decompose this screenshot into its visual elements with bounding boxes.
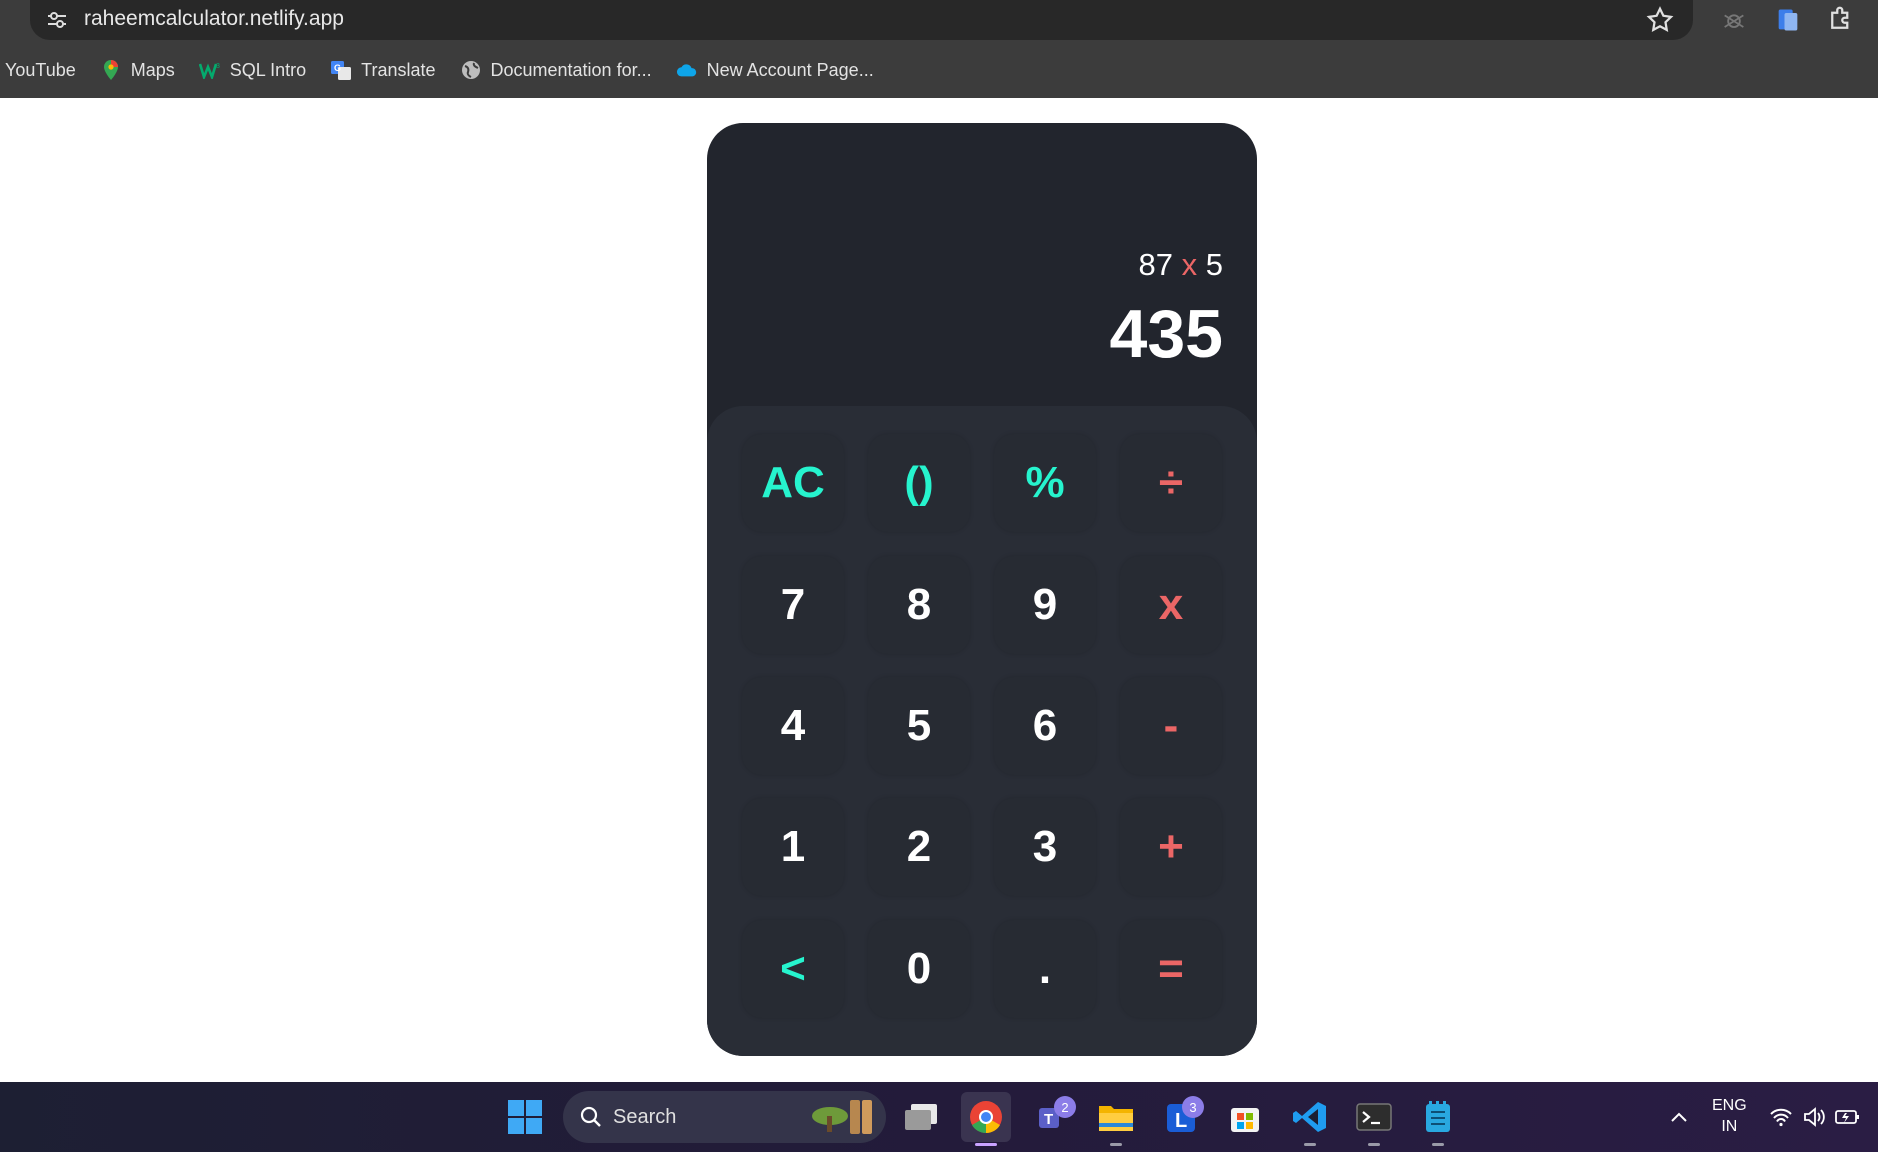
result-value: 435 xyxy=(1109,296,1223,372)
expression-left: 87 xyxy=(1138,247,1173,282)
digit-1-button[interactable]: 1 xyxy=(742,798,844,896)
search-highlight-icon xyxy=(806,1096,880,1138)
bookmark-label: SQL Intro xyxy=(229,59,307,80)
language-indicator[interactable]: ENG IN xyxy=(1712,1095,1747,1137)
bookmark-label: New Account Page... xyxy=(706,59,874,80)
svg-text:T: T xyxy=(1044,1111,1053,1128)
extensions-puzzle-icon[interactable] xyxy=(1826,4,1856,34)
backspace-button[interactable]: < xyxy=(742,920,844,1018)
extension-clipboard-icon[interactable] xyxy=(1774,6,1802,34)
bookmark-label: Maps xyxy=(130,59,175,80)
parentheses-button[interactable]: () xyxy=(868,434,970,532)
teams-badge: 2 xyxy=(1054,1096,1076,1118)
svg-text:3: 3 xyxy=(216,63,220,70)
battery-icon[interactable] xyxy=(1833,1092,1863,1142)
percent-button[interactable]: % xyxy=(994,434,1096,532)
windows-start-icon[interactable] xyxy=(500,1092,550,1142)
address-bar[interactable]: raheemcalculator.netlify.app xyxy=(30,0,1693,40)
translate-icon: G xyxy=(330,59,352,81)
terminal-icon[interactable] xyxy=(1349,1092,1399,1146)
vscode-icon[interactable] xyxy=(1285,1092,1335,1146)
chrome-icon[interactable] xyxy=(961,1092,1011,1146)
bookmark-star-icon[interactable] xyxy=(1645,5,1675,35)
digit-8-button[interactable]: 8 xyxy=(868,556,970,654)
running-indicator xyxy=(1110,1143,1122,1146)
clear-button[interactable]: AC xyxy=(742,434,844,532)
teams-icon[interactable]: T 2 xyxy=(1028,1092,1078,1142)
site-settings-icon[interactable] xyxy=(44,9,70,31)
browser-chrome: raheemcalculator.netlify.app YouTube Map… xyxy=(0,0,1878,98)
active-indicator xyxy=(975,1143,997,1146)
show-hidden-icons-icon[interactable] xyxy=(1654,1092,1704,1142)
digit-6-button[interactable]: 6 xyxy=(994,677,1096,775)
keypad: AC () % ÷ 7 8 9 x 4 5 6 - 1 2 3 + < 0 . … xyxy=(707,406,1257,1056)
bookmark-translate[interactable]: G Translate xyxy=(330,59,436,81)
task-view-icon[interactable] xyxy=(896,1092,946,1142)
bookmark-label: YouTube xyxy=(5,59,76,80)
bookmark-documentation[interactable]: Documentation for... xyxy=(460,59,652,81)
bookmark-label: Documentation for... xyxy=(490,59,652,80)
subtract-button[interactable]: - xyxy=(1120,677,1222,775)
taskbar-search[interactable]: Search xyxy=(563,1091,886,1143)
digit-9-button[interactable]: 9 xyxy=(994,556,1096,654)
digit-4-button[interactable]: 4 xyxy=(742,677,844,775)
running-indicator xyxy=(1432,1143,1444,1146)
extension-bug-icon[interactable] xyxy=(1720,6,1748,34)
bookmark-new-account-page[interactable]: New Account Page... xyxy=(676,59,874,81)
search-icon xyxy=(579,1105,603,1129)
microsoft-store-icon[interactable] xyxy=(1220,1092,1270,1142)
bookmark-youtube[interactable]: YouTube xyxy=(5,60,76,81)
maps-icon xyxy=(100,59,122,81)
notepad-icon[interactable] xyxy=(1413,1092,1463,1146)
l-app-icon[interactable]: L 3 xyxy=(1156,1092,1206,1142)
l-app-badge: 3 xyxy=(1182,1096,1204,1118)
divide-button[interactable]: ÷ xyxy=(1120,434,1222,532)
calculator: 87 x 5 435 AC () % ÷ 7 8 9 x 4 5 6 - 1 2… xyxy=(707,123,1257,1056)
page-content: 87 x 5 435 AC () % ÷ 7 8 9 x 4 5 6 - 1 2… xyxy=(0,98,1878,1082)
decimal-button[interactable]: . xyxy=(994,920,1096,1018)
add-button[interactable]: + xyxy=(1120,798,1222,896)
expression-operator: x xyxy=(1181,247,1198,282)
svg-text:G: G xyxy=(334,63,341,73)
digit-3-button[interactable]: 3 xyxy=(994,798,1096,896)
search-label: Search xyxy=(613,1105,677,1128)
bookmarks-bar: YouTube Maps 3 SQL Intro G Translate Doc… xyxy=(0,54,1878,86)
taskbar: Search T 2 L 3 ENG IN xyxy=(0,1082,1878,1152)
calculator-display: 87 x 5 435 xyxy=(707,123,1257,408)
language-line2: IN xyxy=(1721,1118,1738,1135)
cloud-icon xyxy=(676,59,698,81)
multiply-button[interactable]: x xyxy=(1120,556,1222,654)
running-indicator xyxy=(1304,1143,1316,1146)
bookmark-maps[interactable]: Maps xyxy=(100,59,175,81)
language-line1: ENG xyxy=(1712,1097,1747,1114)
volume-icon[interactable] xyxy=(1800,1092,1830,1142)
wifi-icon[interactable] xyxy=(1765,1092,1797,1142)
globe-icon xyxy=(460,59,482,81)
digit-2-button[interactable]: 2 xyxy=(868,798,970,896)
expression-line: 87 x 5 xyxy=(1139,247,1223,283)
digit-0-button[interactable]: 0 xyxy=(868,920,970,1018)
w3schools-icon: 3 xyxy=(198,59,221,81)
digit-7-button[interactable]: 7 xyxy=(742,556,844,654)
expression-right: 5 xyxy=(1205,247,1223,282)
file-explorer-icon[interactable] xyxy=(1091,1092,1141,1146)
equals-button[interactable]: = xyxy=(1120,920,1222,1018)
bookmark-sql-intro[interactable]: 3 SQL Intro xyxy=(198,59,307,81)
digit-5-button[interactable]: 5 xyxy=(868,677,970,775)
bookmark-label: Translate xyxy=(361,59,436,80)
running-indicator xyxy=(1368,1143,1380,1146)
url-text[interactable]: raheemcalculator.netlify.app xyxy=(84,7,344,31)
